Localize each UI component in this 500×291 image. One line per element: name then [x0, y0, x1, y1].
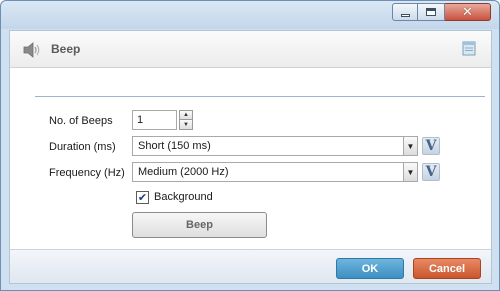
background-checkbox[interactable]: ✔ [136, 191, 149, 204]
dialog-body: Beep No. of Beeps ▲ ▼ Duration (ms) Shor… [9, 30, 492, 284]
close-button[interactable]: ✕ [445, 3, 491, 21]
frequency-select[interactable]: Medium (2000 Hz) ▼ [132, 162, 418, 182]
duration-variable-button[interactable]: V [422, 137, 440, 155]
background-label[interactable]: Background [154, 191, 213, 203]
frequency-variable-button[interactable]: V [422, 163, 440, 181]
dialog-title: Beep [51, 42, 81, 56]
close-icon: ✕ [462, 4, 473, 20]
chevron-down-icon[interactable]: ▼ [403, 163, 417, 181]
title-bar[interactable]: ✕ [1, 1, 499, 29]
beeps-label: No. of Beeps [49, 115, 113, 127]
spin-up-icon[interactable]: ▲ [179, 110, 193, 120]
section-divider [35, 96, 485, 97]
beeps-spinner[interactable]: ▲ ▼ [179, 110, 193, 130]
dialog-window: ✕ Beep No. of Beeps ▲ ▼ Duration (ms) [0, 0, 500, 291]
dialog-footer: OK Cancel [10, 249, 491, 283]
beep-button[interactable]: Beep [132, 212, 267, 238]
ok-button[interactable]: OK [336, 258, 404, 279]
duration-value: Short (150 ms) [138, 140, 211, 152]
cancel-button[interactable]: Cancel [413, 258, 481, 279]
note-icon[interactable] [462, 40, 476, 56]
duration-select[interactable]: Short (150 ms) ▼ [132, 136, 418, 156]
checkmark-icon: ✔ [137, 191, 148, 204]
maximize-button[interactable] [418, 3, 445, 21]
frequency-label: Frequency (Hz) [49, 167, 125, 179]
maximize-icon [426, 8, 436, 16]
duration-label: Duration (ms) [49, 141, 116, 153]
speaker-icon [23, 42, 40, 58]
chevron-down-icon[interactable]: ▼ [403, 137, 417, 155]
spin-down-icon[interactable]: ▼ [179, 120, 193, 130]
minimize-button[interactable] [392, 3, 418, 21]
frequency-value: Medium (2000 Hz) [138, 166, 229, 178]
minimize-icon [400, 13, 410, 17]
beeps-input[interactable] [132, 110, 177, 130]
dialog-header: Beep [10, 31, 491, 68]
